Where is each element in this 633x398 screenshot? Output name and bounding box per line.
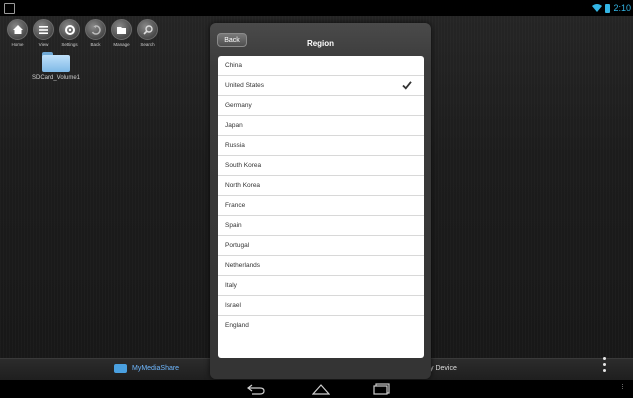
dialog-title: Region bbox=[306, 39, 335, 48]
dialog-header: Back Region bbox=[210, 23, 431, 55]
nav-recent-apps-icon[interactable] bbox=[373, 383, 391, 395]
system-nav-bar bbox=[0, 380, 633, 398]
folder-open-icon bbox=[111, 19, 132, 40]
region-item-label: England bbox=[225, 322, 249, 329]
region-item-label: North Korea bbox=[225, 182, 261, 189]
view-button[interactable]: View bbox=[32, 19, 55, 47]
region-item-label: South Korea bbox=[225, 162, 262, 169]
tab-mymediashare[interactable]: MyMediaShare bbox=[114, 364, 179, 373]
region-item[interactable]: Netherlands bbox=[218, 256, 424, 276]
region-item[interactable]: Italy bbox=[218, 276, 424, 296]
region-item[interactable]: Japan bbox=[218, 116, 424, 136]
manage-label: Manage bbox=[113, 42, 130, 47]
folder-icon bbox=[42, 52, 70, 72]
region-item[interactable]: China bbox=[218, 56, 424, 76]
settings-button[interactable]: Settings bbox=[58, 19, 81, 47]
search-icon bbox=[137, 19, 158, 40]
nav-back-icon[interactable] bbox=[246, 383, 266, 395]
manage-button[interactable]: Manage bbox=[110, 19, 133, 47]
region-item-label: Netherlands bbox=[225, 262, 261, 269]
region-item[interactable]: North Korea bbox=[218, 176, 424, 196]
region-item-label: Germany bbox=[225, 102, 252, 109]
region-item-label: Israel bbox=[225, 302, 241, 309]
checkmark-icon bbox=[402, 81, 412, 90]
search-label: Search bbox=[140, 42, 155, 47]
notification-image-icon bbox=[4, 3, 15, 14]
home-icon bbox=[7, 19, 28, 40]
list-icon bbox=[33, 19, 54, 40]
settings-icon bbox=[59, 19, 80, 40]
region-item-label: Spain bbox=[225, 222, 242, 229]
region-item-label: United States bbox=[225, 82, 265, 89]
clock: 2:10 bbox=[613, 3, 631, 13]
home-label: Home bbox=[11, 42, 24, 47]
region-item[interactable]: France bbox=[218, 196, 424, 216]
tab-my-device[interactable]: y Device bbox=[430, 365, 457, 372]
view-label: View bbox=[38, 42, 49, 47]
region-item[interactable]: Israel bbox=[218, 296, 424, 316]
wifi-icon bbox=[592, 4, 603, 12]
mymediashare-icon bbox=[114, 364, 127, 373]
region-item[interactable]: Portugal bbox=[218, 236, 424, 256]
back-label: Back bbox=[90, 42, 101, 47]
region-item[interactable]: United States bbox=[218, 76, 424, 96]
region-item[interactable]: Germany bbox=[218, 96, 424, 116]
region-item-label: Italy bbox=[225, 282, 237, 289]
toolbar: Home View Settings Back Manage Search bbox=[6, 19, 159, 47]
folder-sdcard-volume1[interactable]: SDCard_Volume1 bbox=[26, 52, 86, 81]
region-item[interactable]: Spain bbox=[218, 216, 424, 236]
region-dialog: Back Region China United States Germany Jap… bbox=[210, 23, 431, 379]
back-icon bbox=[85, 19, 106, 40]
nav-menu-icon[interactable] bbox=[622, 384, 623, 389]
search-button[interactable]: Search bbox=[136, 19, 159, 47]
region-item-label: France bbox=[225, 202, 246, 209]
back-toolbar-button[interactable]: Back bbox=[84, 19, 107, 47]
status-bar: 2:10 bbox=[0, 0, 633, 16]
nav-home-icon[interactable] bbox=[312, 383, 330, 395]
region-item-label: Portugal bbox=[225, 242, 250, 249]
overflow-menu-icon[interactable] bbox=[602, 357, 606, 372]
region-list: China United States Germany Japan Russia Sout… bbox=[218, 56, 424, 358]
settings-label: Settings bbox=[61, 42, 78, 47]
region-item-label: Japan bbox=[225, 122, 243, 129]
region-item[interactable]: South Korea bbox=[218, 156, 424, 176]
tab-mymediashare-label: MyMediaShare bbox=[132, 365, 180, 372]
region-item[interactable]: Russia bbox=[218, 136, 424, 156]
region-item[interactable]: England bbox=[218, 316, 424, 336]
folder-label: SDCard_Volume1 bbox=[31, 75, 81, 81]
region-item-label: China bbox=[225, 62, 242, 69]
home-button[interactable]: Home bbox=[6, 19, 29, 47]
battery-icon bbox=[605, 3, 611, 13]
region-item-label: Russia bbox=[225, 142, 245, 149]
